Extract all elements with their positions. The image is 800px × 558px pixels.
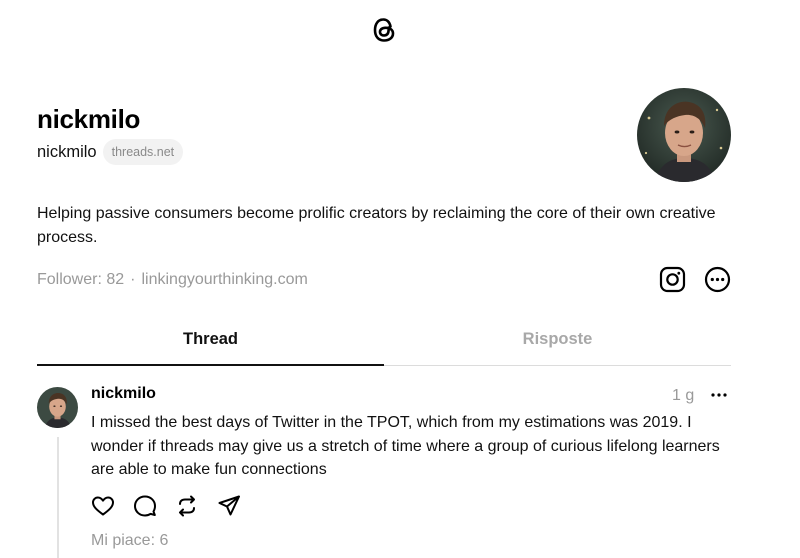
more-options-icon[interactable] — [704, 266, 731, 293]
followers-count[interactable]: Follower: 82 — [37, 271, 124, 289]
profile-meta: Follower: 82 · linkingyourthinking.com — [37, 271, 308, 289]
profile-handle: nickmilo — [37, 142, 97, 161]
handle-row: nickmilo threads.net — [37, 139, 184, 165]
profile-tabs: Thread Risposte — [37, 320, 731, 366]
profile-avatar[interactable] — [637, 88, 731, 182]
post-author[interactable]: nickmilo — [91, 385, 156, 403]
domain-badge[interactable]: threads.net — [102, 139, 184, 165]
likes-count[interactable]: Mi piace: 6 — [91, 532, 168, 550]
profile-link[interactable]: linkingyourthinking.com — [141, 271, 307, 289]
post-actions — [91, 494, 241, 518]
thread-line — [57, 437, 59, 558]
share-icon[interactable] — [217, 494, 241, 518]
profile-name: nickmilo — [37, 104, 141, 134]
post-avatar[interactable] — [37, 387, 78, 428]
heart-icon[interactable] — [91, 494, 115, 518]
repost-icon[interactable] — [175, 494, 199, 518]
meta-separator: · — [130, 271, 136, 288]
comment-icon[interactable] — [133, 494, 157, 518]
post-more-icon[interactable] — [709, 388, 729, 402]
post-avatar-photo — [37, 387, 78, 428]
tab-thread[interactable]: Thread — [37, 320, 384, 366]
instagram-icon[interactable] — [659, 266, 686, 293]
profile-photo — [637, 88, 731, 182]
tab-risposte[interactable]: Risposte — [384, 320, 731, 365]
threads-logo-icon[interactable] — [371, 15, 397, 45]
post-time: 1 g — [672, 387, 695, 404]
post-text: I missed the best days of Twitter in the… — [91, 414, 720, 478]
profile-bio: Helping passive consumers become prolifi… — [37, 205, 716, 246]
